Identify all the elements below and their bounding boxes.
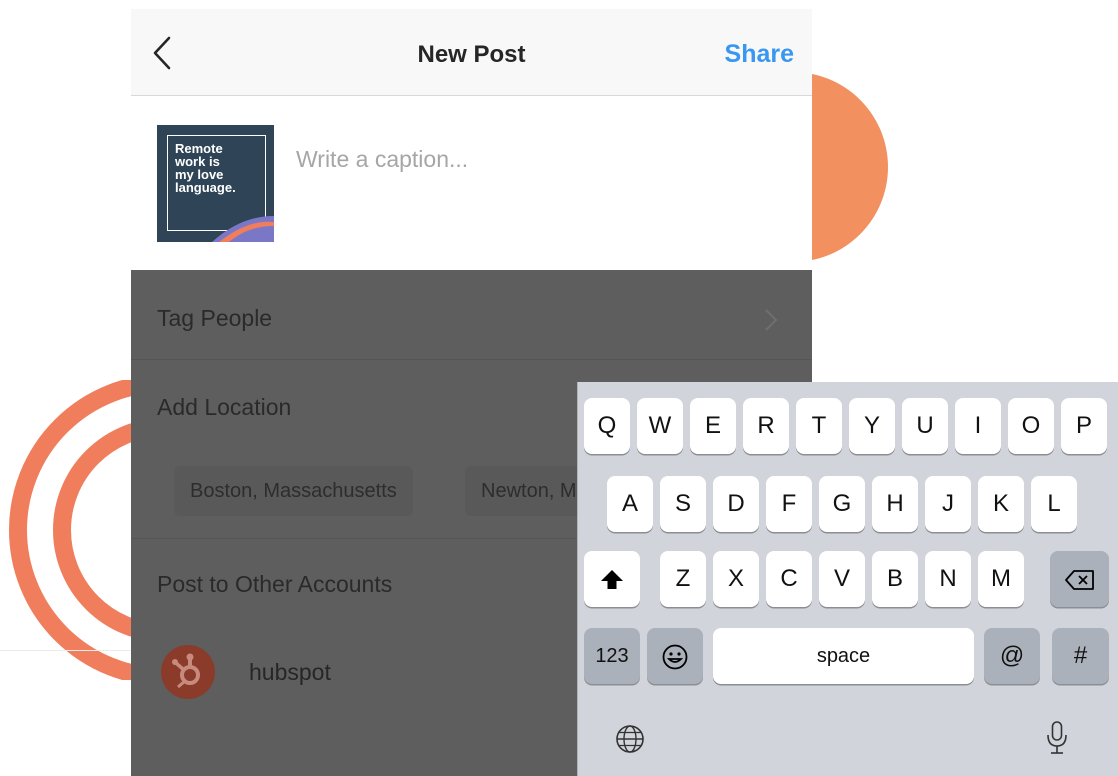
key-a[interactable]: A [607,476,653,532]
key-u[interactable]: U [902,398,948,454]
post-thumbnail[interactable]: Remote work is my love language. [157,125,274,242]
emoji-key[interactable] [647,628,703,684]
space-key[interactable]: space [713,628,974,684]
key-x[interactable]: X [713,551,759,607]
key-m[interactable]: M [978,551,1024,607]
key-w[interactable]: W [637,398,683,454]
key-g[interactable]: G [819,476,865,532]
key-z[interactable]: Z [660,551,706,607]
post-to-other-accounts-label: Post to Other Accounts [157,571,393,597]
decorative-line [0,650,135,651]
key-c[interactable]: C [766,551,812,607]
thumbnail-wave [212,216,274,242]
emoji-icon [662,644,688,670]
page-title: New Post [417,41,526,68]
shift-icon [601,569,623,589]
microphone-icon[interactable] [1044,720,1070,756]
key-f[interactable]: F [766,476,812,532]
nav-bar: New Post Share [131,9,812,96]
key-j[interactable]: J [925,476,971,532]
key-q[interactable]: Q [584,398,630,454]
backspace-key[interactable] [1050,551,1109,607]
location-chip[interactable]: Boston, Massachusetts [174,466,413,516]
share-button[interactable]: Share [725,40,794,69]
hash-key[interactable]: # [1052,628,1109,684]
key-t[interactable]: T [796,398,842,454]
add-location-option[interactable]: Add Location [157,394,291,421]
key-p[interactable]: P [1061,398,1107,454]
backspace-icon [1064,569,1094,590]
key-n[interactable]: N [925,551,971,607]
key-y[interactable]: Y [849,398,895,454]
caption-input[interactable]: Write a caption... [296,146,468,173]
divider [131,359,812,360]
caption-section: Remote work is my love language. Write a… [131,96,812,270]
numbers-key[interactable]: 123 [584,628,640,684]
key-r[interactable]: R [743,398,789,454]
key-b[interactable]: B [872,551,918,607]
account-name: hubspot [249,659,331,685]
key-d[interactable]: D [713,476,759,532]
hubspot-logo-icon [172,653,200,689]
key-s[interactable]: S [660,476,706,532]
key-v[interactable]: V [819,551,865,607]
key-i[interactable]: I [955,398,1001,454]
thumbnail-text: Remote work is my love language. [175,141,236,195]
key-k[interactable]: K [978,476,1024,532]
on-screen-keyboard: Q W E R T Y U I O P A S D F G H J K L Z … [577,382,1118,776]
key-h[interactable]: H [872,476,918,532]
decorative-rings [9,380,140,680]
globe-icon[interactable] [614,723,646,755]
location-chip[interactable]: Newton, M [465,466,593,516]
hubspot-avatar [161,645,215,699]
tag-people-option[interactable]: Tag People [157,305,272,332]
key-o[interactable]: O [1008,398,1054,454]
key-l[interactable]: L [1031,476,1077,532]
at-key[interactable]: @ [984,628,1040,684]
chevron-right-icon [765,309,778,331]
shift-key[interactable] [584,551,640,607]
key-e[interactable]: E [690,398,736,454]
